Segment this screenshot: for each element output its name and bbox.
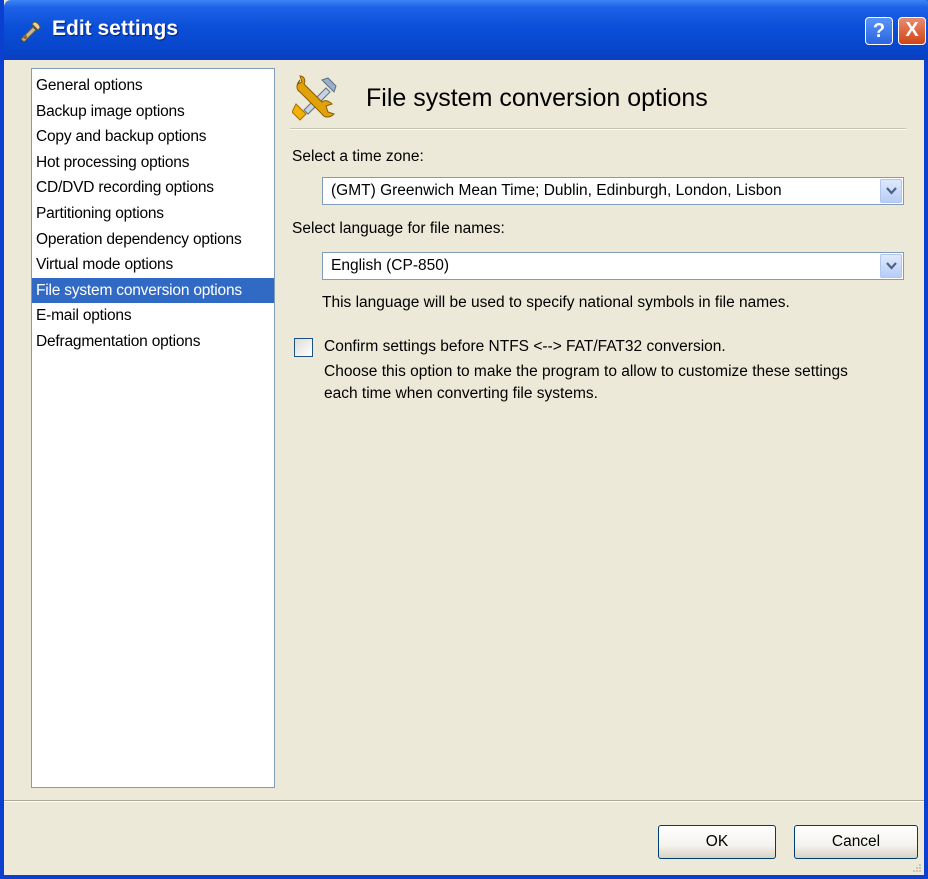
header-divider — [290, 128, 906, 130]
nav-item-cd-dvd-recording[interactable]: CD/DVD recording options — [32, 175, 274, 201]
help-button[interactable]: ? — [865, 17, 893, 45]
options-category-list[interactable]: General options Backup image options Cop… — [31, 68, 275, 788]
timezone-dropdown-arrow[interactable] — [880, 179, 902, 203]
description-line-1: Choose this option to make the program t… — [324, 363, 848, 380]
timezone-label: Select a time zone: — [292, 148, 424, 165]
window-title: Edit settings — [52, 17, 179, 40]
nav-item-defragmentation[interactable]: Defragmentation options — [32, 329, 274, 355]
language-dropdown-arrow[interactable] — [880, 254, 902, 278]
cancel-button[interactable]: Cancel — [794, 825, 918, 859]
chevron-down-icon — [886, 187, 897, 195]
timezone-value: (GMT) Greenwich Mean Time; Dublin, Edinb… — [331, 182, 782, 199]
confirm-conversion-label[interactable]: Confirm settings before NTFS <--> FAT/FA… — [324, 338, 726, 356]
chevron-down-icon — [886, 262, 897, 270]
nav-item-file-system-conversion[interactable]: File system conversion options — [32, 277, 274, 304]
nav-item-hot-processing[interactable]: Hot processing options — [32, 150, 274, 176]
tools-icon — [292, 75, 337, 121]
language-label: Select language for file names: — [292, 220, 505, 237]
nav-item-copy-and-backup[interactable]: Copy and backup options — [32, 124, 274, 150]
language-select[interactable]: English (CP-850) — [322, 252, 904, 280]
language-value: English (CP-850) — [331, 257, 450, 274]
button-bar-divider — [4, 800, 924, 802]
panel-title: File system conversion options — [366, 84, 708, 112]
confirm-conversion-checkbox[interactable] — [294, 338, 313, 357]
nav-item-virtual-mode[interactable]: Virtual mode options — [32, 252, 274, 278]
title-bar[interactable]: Edit settings ? X — [4, 0, 928, 60]
nav-item-general[interactable]: General options — [32, 73, 274, 99]
settings-wrench-icon — [20, 21, 41, 43]
resize-grip-icon[interactable] — [910, 861, 922, 873]
timezone-select[interactable]: (GMT) Greenwich Mean Time; Dublin, Edinb… — [322, 177, 904, 205]
nav-item-partitioning[interactable]: Partitioning options — [32, 201, 274, 227]
edit-settings-dialog: Edit settings ? X General options Backup… — [0, 0, 928, 879]
language-hint: This language will be used to specify na… — [322, 294, 790, 311]
close-button[interactable]: X — [898, 17, 926, 45]
confirm-conversion-description: Choose this option to make the program t… — [324, 361, 848, 405]
nav-item-backup-image[interactable]: Backup image options — [32, 99, 274, 125]
nav-item-operation-dependency[interactable]: Operation dependency options — [32, 227, 274, 253]
nav-item-email[interactable]: E-mail options — [32, 303, 274, 329]
description-line-2: each time when converting file systems. — [324, 385, 598, 402]
ok-button[interactable]: OK — [658, 825, 776, 859]
